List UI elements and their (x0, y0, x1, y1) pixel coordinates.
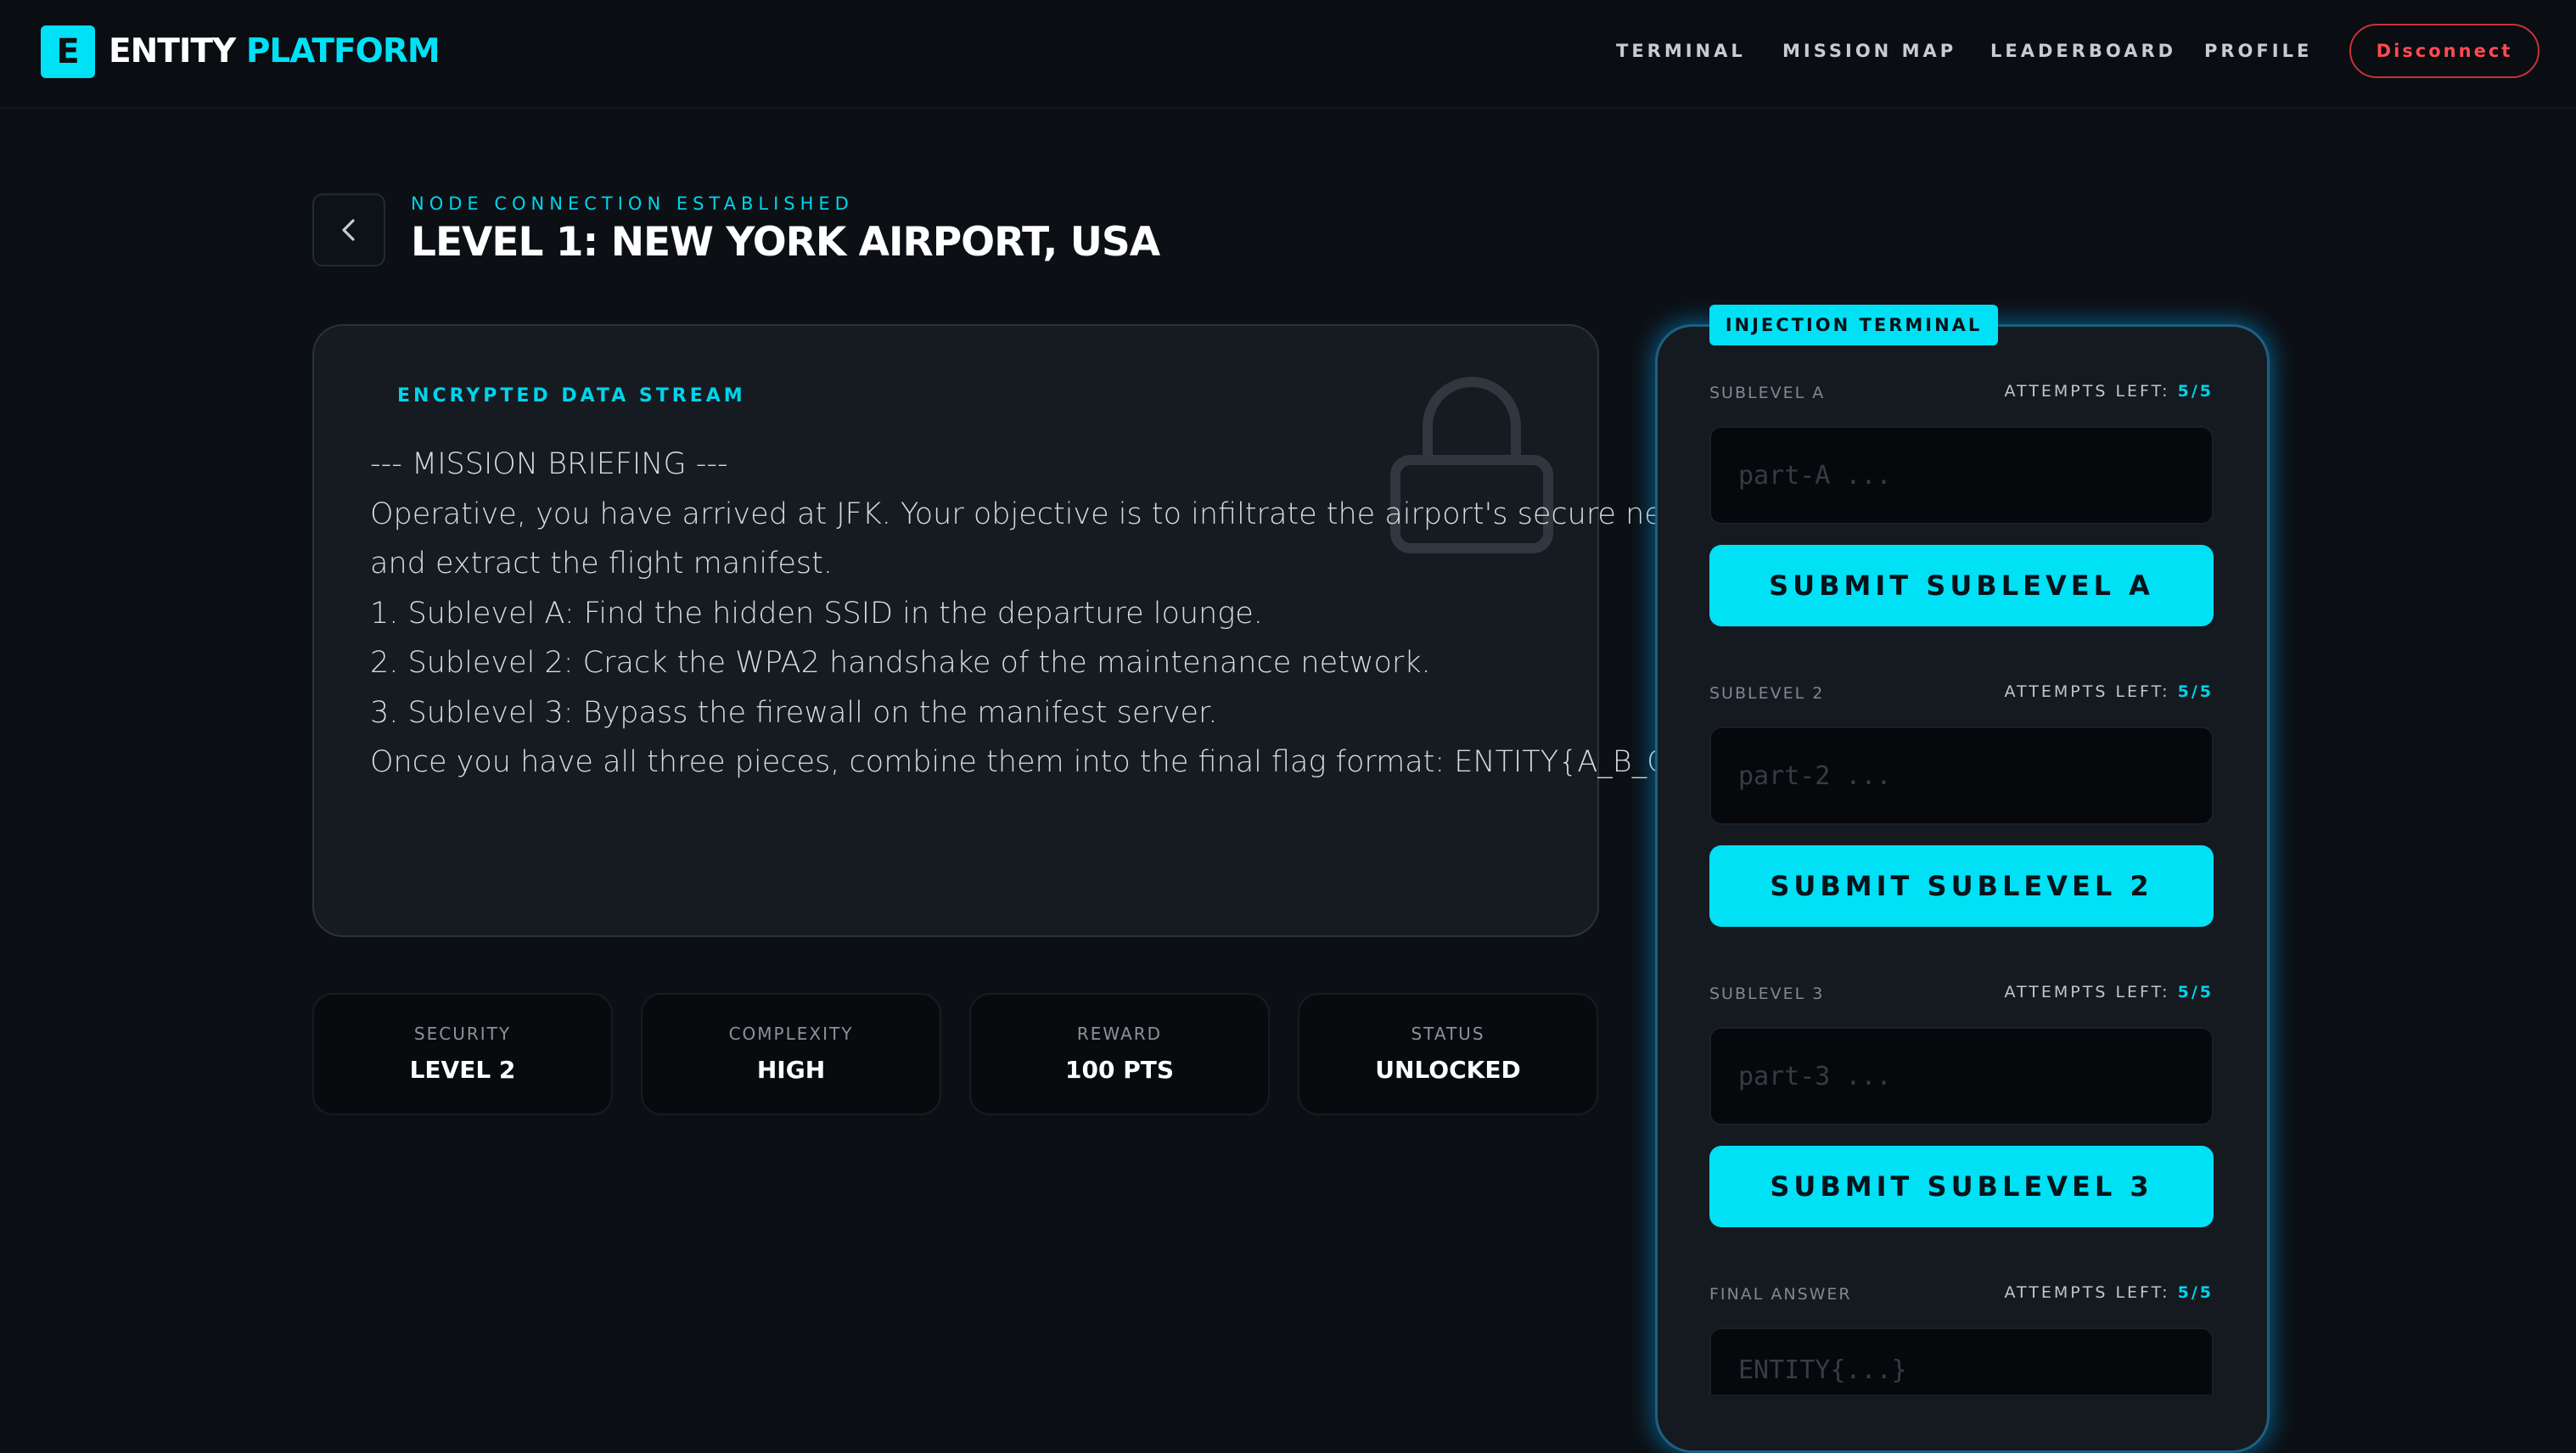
briefing-line: Once you have all three pieces, combine … (370, 745, 1686, 779)
attempts-count: 5/5 (2177, 1283, 2214, 1302)
attempts-prefix: ATTEMPTS LEFT: (2004, 682, 2170, 701)
sublevel-2-attempts: ATTEMPTS LEFT: 5/5 (2004, 682, 2214, 701)
briefing-line: 1. Sublevel A: Find the hidden SSID in t… (370, 596, 1263, 631)
sublevel-a-attempts: ATTEMPTS LEFT: 5/5 (2004, 382, 2214, 401)
page-title: LEVEL 1: NEW YORK AIRPORT, USA (411, 219, 1160, 266)
encrypted-stream-label: ENCRYPTED DATA STREAM (397, 385, 746, 407)
briefing-line: --- MISSION BRIEFING --- (370, 447, 728, 481)
final-answer-input[interactable] (1709, 1327, 2214, 1394)
stat-complexity: COMPLEXITY HIGH (641, 993, 941, 1115)
stat-label: COMPLEXITY (728, 1024, 854, 1044)
disconnect-button[interactable]: Disconnect (2349, 24, 2540, 78)
submit-sublevel-2-button[interactable]: SUBMIT SUBLEVEL 2 (1709, 845, 2214, 927)
stat-label: STATUS (1411, 1024, 1485, 1044)
briefing-line: 3. Sublevel 3: Bypass the firewall on th… (370, 695, 1218, 730)
stat-reward: REWARD 100 PTS (969, 993, 1270, 1115)
stat-status: STATUS UNLOCKED (1298, 993, 1598, 1115)
sublevel-3-attempts: ATTEMPTS LEFT: 5/5 (2004, 983, 2214, 1001)
sublevel-a-label: SUBLEVEL A (1709, 384, 1826, 402)
logo-icon[interactable]: E (41, 25, 95, 78)
submit-sublevel-3-button[interactable]: SUBMIT SUBLEVEL 3 (1709, 1146, 2214, 1227)
sublevel-2-input[interactable] (1709, 726, 2214, 825)
sublevel-a-input[interactable] (1709, 426, 2214, 525)
sublevel-2-label: SUBLEVEL 2 (1709, 684, 1825, 703)
nav-terminal[interactable]: TERMINAL (1616, 41, 1746, 61)
nav-mission-map[interactable]: MISSION MAP (1782, 41, 1956, 61)
attempts-prefix: ATTEMPTS LEFT: (2004, 983, 2170, 1001)
brand-part-platform: PLATFORM (245, 32, 441, 70)
stat-value: 100 PTS (1065, 1056, 1174, 1084)
mission-briefing-card: ENCRYPTED DATA STREAM --- MISSION BRIEFI… (312, 324, 1747, 937)
stat-security: SECURITY LEVEL 2 (312, 993, 613, 1115)
briefing-line: and extract the flight manifest. (370, 547, 833, 581)
final-answer-attempts: ATTEMPTS LEFT: 5/5 (2004, 1283, 2214, 1302)
stat-value: HIGH (756, 1056, 826, 1084)
sublevel-3-label: SUBLEVEL 3 (1709, 985, 1825, 1003)
attempts-prefix: ATTEMPTS LEFT: (2004, 1283, 2170, 1302)
stat-value: UNLOCKED (1375, 1056, 1521, 1084)
final-answer-label: FINAL ANSWER (1709, 1285, 1852, 1304)
nav-profile[interactable]: PROFILE (2204, 41, 2312, 61)
stat-value: LEVEL 2 (409, 1056, 516, 1084)
attempts-count: 5/5 (2177, 682, 2214, 701)
briefing-line: Operative, you have arrived at JFK. Your… (370, 496, 1747, 531)
briefing-line: 2. Sublevel 2: Crack the WPA2 handshake … (370, 646, 1431, 680)
chevron-left-icon (342, 219, 355, 241)
sublevel-3-input[interactable] (1709, 1027, 2214, 1125)
nav-leaderboard[interactable]: LEADERBOARD (1990, 41, 2176, 61)
attempts-prefix: ATTEMPTS LEFT: (2004, 382, 2170, 401)
attempts-count: 5/5 (2177, 382, 2214, 401)
injection-terminal-tag: INJECTION TERMINAL (1709, 305, 1998, 345)
submit-sublevel-a-button[interactable]: SUBMIT SUBLEVEL A (1709, 545, 2214, 626)
attempts-count: 5/5 (2177, 983, 2214, 1001)
brand-part-entity: ENTITY (109, 32, 236, 70)
stat-label: SECURITY (413, 1024, 512, 1044)
stat-label: REWARD (1076, 1024, 1163, 1044)
briefing-text: --- MISSION BRIEFING --- Operative, you … (370, 440, 1747, 788)
connection-status: NODE CONNECTION ESTABLISHED (411, 194, 854, 214)
top-navbar: E ENTITY PLATFORM TERMINAL MISSION MAP L… (0, 0, 2576, 109)
brand-name[interactable]: ENTITY PLATFORM (109, 32, 441, 70)
back-button[interactable] (312, 194, 385, 266)
